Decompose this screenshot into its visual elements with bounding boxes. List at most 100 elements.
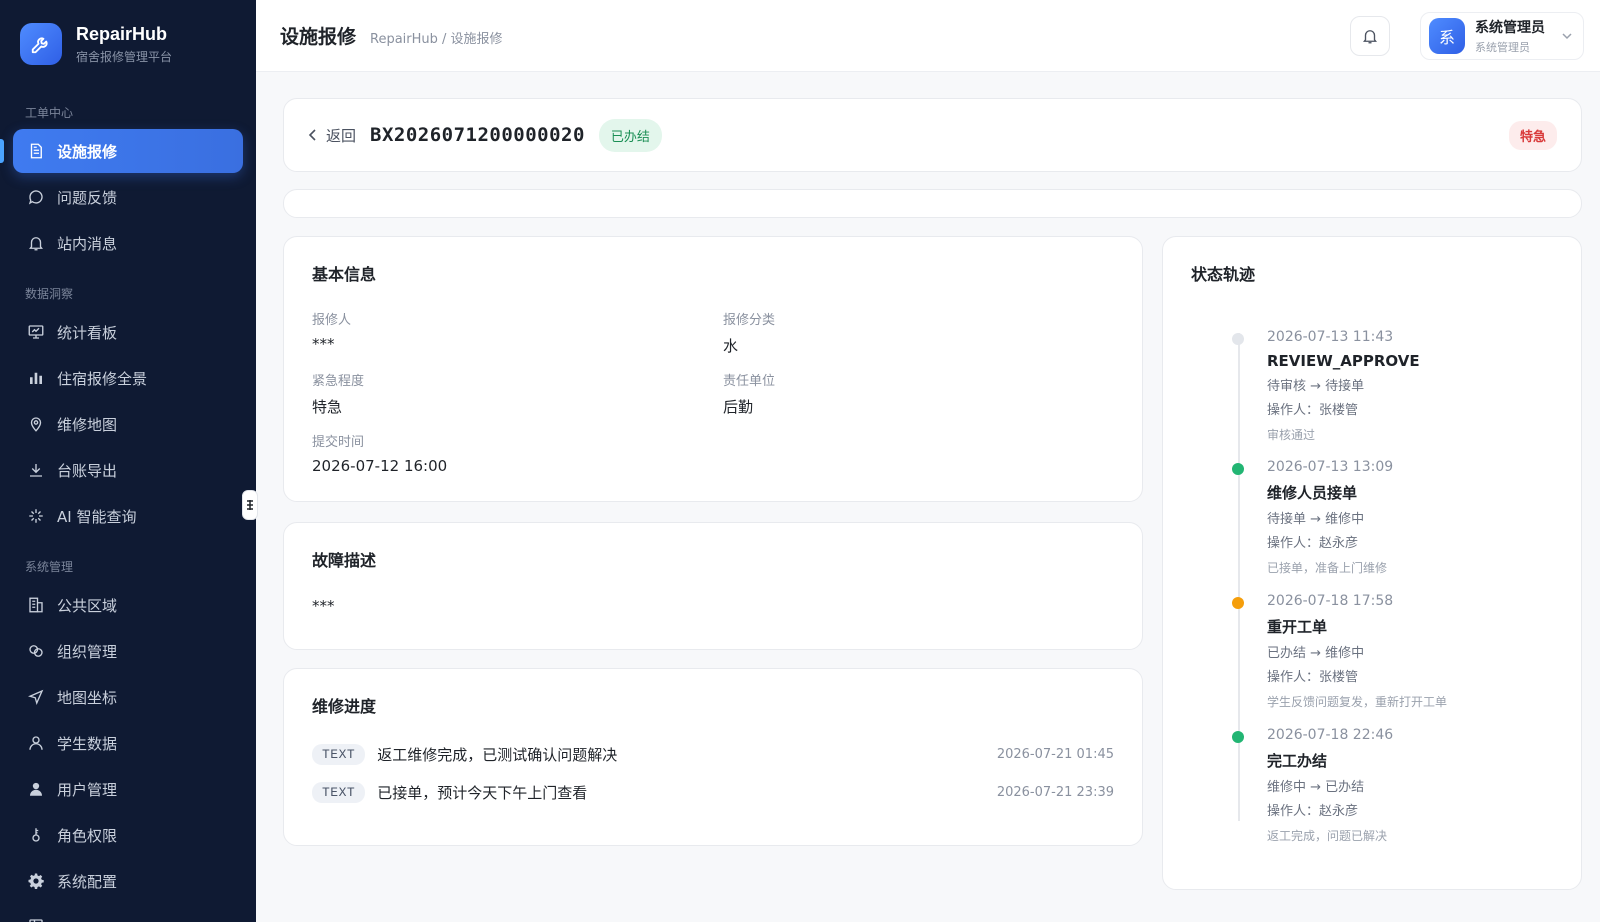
- timeline-time: 2026-07-13 11:43: [1267, 329, 1394, 345]
- sidebar-item-map-coordinates[interactable]: 地图坐标: [13, 675, 243, 719]
- sidebar-item-feedback[interactable]: 问题反馈: [13, 175, 243, 219]
- progress-text: 已接单，预计今天下午上门查看: [377, 783, 588, 802]
- field-label: 提交时间: [312, 435, 365, 450]
- sidebar-item-label: 站内消息: [57, 234, 118, 253]
- order-number: BX2026071200000020: [370, 124, 585, 146]
- user-filled-icon: [30, 782, 42, 796]
- sidebar-item-label: 统计看板: [57, 323, 118, 342]
- timeline-operator: 操作人：赵永彦: [1267, 536, 1359, 551]
- bell-icon: [1363, 30, 1377, 44]
- brand-name: RepairHub: [76, 23, 168, 44]
- sidebar-item-public-areas[interactable]: 公共区域: [13, 583, 243, 627]
- field-value: ***: [312, 335, 335, 353]
- sidebar-item-label: 系统配置: [57, 872, 118, 891]
- progress-time: 2026-07-21 01:45: [996, 746, 1114, 762]
- sidebar-item-ledger-export[interactable]: 台账导出: [13, 448, 243, 492]
- organization-icon: [29, 645, 43, 657]
- timeline-operator: 操作人：赵永彦: [1267, 804, 1359, 819]
- timeline-title: 状态轨迹: [1191, 265, 1256, 284]
- sparkle-icon: [29, 509, 43, 523]
- timeline-transition: 待审核 → 待接单: [1267, 379, 1365, 394]
- top-header: 设施报修 RepairHub / 设施报修 系 系统管理员 系统管理员: [256, 0, 1600, 72]
- chat-bubble-icon: [28, 190, 43, 205]
- key-icon: [32, 828, 40, 842]
- field-reporter: 报修人 ***: [312, 309, 351, 353]
- field-urgency: 紧急程度 特急: [312, 370, 364, 417]
- nav-group-system: 系统管理: [25, 560, 74, 574]
- sidebar-item-organization[interactable]: 组织管理: [13, 629, 243, 673]
- user-menu[interactable]: 系 系统管理员 系统管理员: [1420, 12, 1584, 60]
- avatar: 系: [1429, 18, 1465, 54]
- field-value: 2026-07-12 16:00: [312, 457, 448, 475]
- sidebar: RepairHub 宿舍报修管理平台 工单中心 设施报修 问题反馈 站内消息 数…: [0, 0, 256, 922]
- status-timeline-card: 状态轨迹 2026-07-13 11:43 REVIEW_APPROVE 待审核…: [1162, 236, 1582, 890]
- download-icon: [30, 464, 42, 477]
- sidebar-item-label: 台账导出: [57, 461, 118, 480]
- timeline-remark: 返工完成，问题已解决: [1267, 829, 1388, 843]
- sidebar-item-label: 设施报修: [57, 142, 118, 161]
- sidebar-item-repair-map[interactable]: 维修地图: [13, 402, 243, 446]
- timeline-remark: 学生反馈问题复发，重新打开工单: [1267, 695, 1448, 709]
- sidebar-item-messages[interactable]: 站内消息: [13, 221, 243, 265]
- sidebar-item-label: 维修地图: [57, 415, 118, 434]
- timeline-event-title: 完工办结: [1267, 752, 1328, 770]
- sidebar-item-role-permissions[interactable]: 角色权限: [13, 813, 243, 857]
- sidebar-item-label: 公共区域: [57, 596, 118, 615]
- gear-icon: [28, 873, 44, 889]
- timeline-operator: 操作人：张楼管: [1267, 670, 1359, 685]
- timeline-remark: 已接单，准备上门维修: [1267, 561, 1388, 575]
- notifications-button[interactable]: [1350, 16, 1390, 56]
- field-submit-time: 提交时间 2026-07-12 16:00: [312, 431, 447, 475]
- sidebar-item-student-data[interactable]: 学生数据: [13, 721, 243, 765]
- basic-info-title: 基本信息: [312, 265, 377, 284]
- chevron-left-icon: [308, 129, 316, 141]
- timeline-time: 2026-07-18 22:46: [1267, 727, 1394, 743]
- fault-text: ***: [312, 597, 335, 615]
- brand[interactable]: RepairHub 宿舍报修管理平台: [0, 0, 256, 88]
- user-name: 系统管理员: [1475, 20, 1545, 36]
- timeline-event-title: 重开工单: [1267, 618, 1328, 636]
- page-title: 设施报修: [280, 26, 357, 48]
- back-label: 返回: [326, 126, 357, 145]
- presentation-board-icon: [28, 325, 44, 339]
- sidebar-item-facility-repair[interactable]: 设施报修: [0, 129, 243, 173]
- timeline-item: 2026-07-18 22:46 完工办结 维修中 → 已办结 操作人：赵永彦 …: [1191, 727, 1561, 844]
- sidebar-item-dashboard[interactable]: 统计看板: [13, 310, 243, 354]
- grid-icon: [29, 919, 43, 922]
- timeline-event-title: REVIEW_APPROVE: [1267, 352, 1420, 370]
- timeline-event-title: 维修人员接单: [1267, 484, 1358, 502]
- basic-info-card: 基本信息 报修人 *** 报修分类 水 紧急程度 特急 责任单位 后勤 提交时间…: [283, 236, 1143, 502]
- timeline-item: 2026-07-13 11:43 REVIEW_APPROVE 待审核 → 待接…: [1191, 329, 1561, 443]
- field-label: 报修人: [312, 313, 352, 328]
- navigation-arrow-icon: [28, 689, 44, 705]
- timeline-remark: 审核通过: [1267, 428, 1316, 442]
- sidebar-item-label: 地图坐标: [57, 688, 118, 707]
- brand-subtitle: 宿舍报修管理平台: [76, 49, 173, 64]
- sidebar-item-ai-query[interactable]: AI 智能查询: [13, 494, 243, 538]
- nav-group-data-insights: 数据洞察: [25, 287, 74, 301]
- field-category: 报修分类 水: [723, 309, 775, 356]
- fault-description-card: 故障描述 ***: [283, 522, 1143, 650]
- progress-title: 维修进度: [312, 697, 377, 716]
- breadcrumb[interactable]: RepairHub / 设施报修: [370, 28, 503, 47]
- progress-tag: TEXT: [312, 743, 366, 765]
- timeline-dot: [1232, 463, 1244, 475]
- sidebar-item-more[interactable]: [13, 905, 243, 922]
- field-value: 后勤: [723, 398, 754, 416]
- field-value: 水: [723, 337, 739, 355]
- timeline-dot: [1232, 333, 1244, 345]
- progress-item: TEXT 已接单，预计今天下午上门查看 2026-07-21 23:39: [312, 777, 1114, 807]
- sidebar-item-label: 问题反馈: [57, 188, 118, 207]
- sidebar-item-user-management[interactable]: 用户管理: [13, 767, 243, 811]
- timeline-item: 2026-07-18 17:58 重开工单 已办结 → 维修中 操作人：张楼管 …: [1191, 593, 1561, 710]
- collapse-icon: [247, 500, 253, 510]
- sidebar-item-housing-overview[interactable]: 住宿报修全景: [13, 356, 243, 400]
- bar-chart-icon: [30, 372, 42, 384]
- sidebar-item-system-config[interactable]: 系统配置: [13, 859, 243, 903]
- sidebar-item-label: 住宿报修全景: [57, 369, 148, 388]
- field-value: 特急: [312, 398, 343, 416]
- sidebar-collapse-handle[interactable]: [242, 490, 258, 520]
- progress-tag: TEXT: [312, 781, 366, 803]
- sidebar-item-label: 学生数据: [57, 734, 118, 753]
- back-button[interactable]: 返回: [308, 125, 356, 146]
